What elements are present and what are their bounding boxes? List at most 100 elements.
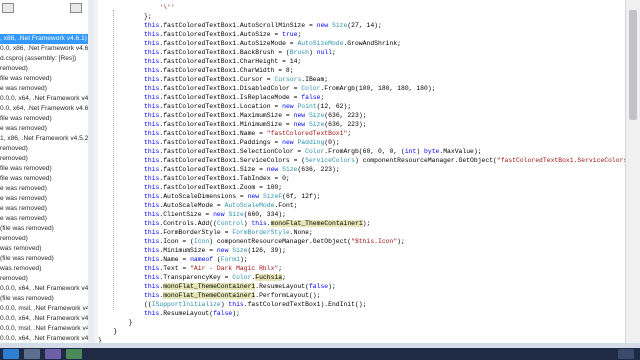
tree-item[interactable]: removed) [0,144,28,154]
code-token: this [144,175,160,182]
tree-item[interactable]: 0.0.0, x64, .Net Framework v4.6.1) [0,94,88,104]
tree-item[interactable]: e was removed) [0,184,47,194]
code-line: this.fastColoredTextBox1.Zoom = 100; [98,183,282,192]
taskbar-app-icon[interactable] [45,349,61,359]
code-token: .fastColoredTextBox1.AutoSizeMode = [159,40,298,47]
tree-item[interactable]: 0.0, x64, .Net Framework v4.6.1) [0,104,88,114]
window-icon[interactable] [70,3,82,13]
tree-item[interactable]: (file was removed) [0,254,54,264]
tree-item[interactable]: e was removed) [0,214,47,224]
tree-item[interactable]: 0.0, x86, .Net Framework v4.6.1) [0,44,88,54]
show-desktop-button[interactable] [618,349,634,359]
code-token: .fastColoredTextBox1.IsReplaceMode = [159,94,302,101]
tree-item[interactable]: file was removed) [0,164,52,174]
code-token: ; [297,31,302,38]
tree-item[interactable]: 0.0.0, x64, .Net Framework v4.6.1) [0,334,88,343]
tree-item[interactable]: removed) [0,154,28,164]
tree-item[interactable]: removed) [0,234,28,244]
code-token: .FormBorderStyle = [159,229,233,236]
tree-item[interactable]: e was removed) [0,194,47,204]
code-token: .AutoScaleDimensions = [159,193,248,200]
tree-item[interactable]: was removed) [0,244,41,254]
code-token: "Air - Dark Magic Rblx" [190,265,279,272]
code-line: } [98,336,102,343]
tree-item[interactable]: e was removed) [0,204,47,214]
taskbar-app-icon[interactable] [24,349,40,359]
code-line: this.FormBorderStyle = FormBorderStyle.N… [98,228,313,237]
code-token: new [216,247,229,254]
tree-item[interactable]: file was removed) [0,174,52,184]
code-token: ) [416,148,425,155]
code-token: "fastColoredTextBox1.ServiceColors" [496,157,625,164]
code-line: } [98,318,133,327]
code-token: int [404,148,417,155]
code-token: nameof [190,256,214,263]
code-line: this.fastColoredTextBox1.IsReplaceMode =… [98,93,324,102]
code-token: .ResumeLayout( [255,283,309,290]
vertical-scrollbar[interactable] [625,0,640,343]
tree-item[interactable]: (file was removed) [0,224,54,234]
code-token: Color [232,274,252,281]
tree-item[interactable]: 0.0.0, x64, .Net Framework v4.6.1) [0,314,88,324]
tree-item[interactable]: was removed) [0,264,41,274]
tree-item[interactable]: 0.0.0, x64, .Net Framework v4.6.1) [0,284,88,294]
tree-item[interactable]: d.csproj (assembly: [Res]) [0,54,76,64]
tree-item[interactable]: 0.0.0, msil, .Net Framework v4.6.1) [0,324,88,334]
start-button[interactable] [3,349,19,359]
code-token: .fastColoredTextBox1.BackBrush = ( [159,49,290,56]
tree-item[interactable]: 1, x86, .Net Framework v4.5.2) [0,134,88,144]
code-token: .fastColoredTextBox1.MinimumSize = [159,121,294,128]
code-token: this [144,76,160,83]
code-token: Brush [289,49,309,56]
tree-item[interactable]: (file was removed) [0,294,54,304]
code-token: .fastColoredTextBox1.Size = [159,166,267,173]
code-token: this [228,301,244,308]
code-token: Size [308,121,325,128]
code-token: .fastColoredTextBox1.CharWidth = 8; [159,67,294,74]
code-token: .Font; [274,202,298,209]
code-token: new [247,193,260,200]
code-token: this [144,94,160,101]
code-token: .fastColoredTextBox1.DisabledColor = [159,85,302,92]
code-token: SizeF [262,193,283,200]
tree-item[interactable]: file was removed) [0,114,52,124]
code-token: (636, 223); [324,121,367,128]
code-token: AutoScaleMode [224,202,275,209]
code-line: this.Name = nameof (Form1); [98,255,248,264]
code-line: this.fastColoredTextBox1.AutoSize = true… [98,30,301,39]
code-token: '\'' [159,4,175,11]
code-editor[interactable]: '\'' }; this .fastColoredTextBox1.AutoScr… [98,0,625,343]
code-line: this.Text = "Air - Dark Magic Rblx"; [98,264,282,273]
tree-item[interactable]: e was removed) [0,84,47,94]
code-token: .fastColoredTextBox1.AutoScrollMinSize = [159,22,317,29]
code-token: .FromArgb(60, 0, 0, ( [324,148,405,155]
tree-item[interactable]: 0.0.0, msil, .Net Framework v4.6.1) [0,304,88,314]
tree-item[interactable]: removed) [0,64,28,74]
code-line: this.fastColoredTextBox1.DisabledColor =… [98,84,436,93]
code-token: new [293,112,306,119]
window-icon[interactable] [2,3,14,13]
tree-item[interactable]: file was removed) [0,74,52,84]
tree-item[interactable]: , x86, .Net Framework v4.6.1) [0,34,88,44]
code-token: false [301,94,321,101]
taskbar-app-icon[interactable] [66,349,82,359]
tree-item[interactable]: removed) [0,274,28,284]
tree-item[interactable]: e was removed) [0,124,47,134]
code-token: Padding [297,139,325,146]
code-line: this.monoFlat_ThemeContainer1.ResumeLayo… [98,282,336,291]
code-line: this.fastColoredTextBox1.MaximumSize = n… [98,111,366,120]
scrollbar-thumb[interactable] [629,10,637,120]
code-line: this.Icon = (Icon) componentResourceMana… [98,237,405,246]
code-token: .fastColoredTextBox1.TabIndex = 0; [159,175,290,182]
code-token: ; [331,49,336,56]
code-token: Size [331,22,348,29]
